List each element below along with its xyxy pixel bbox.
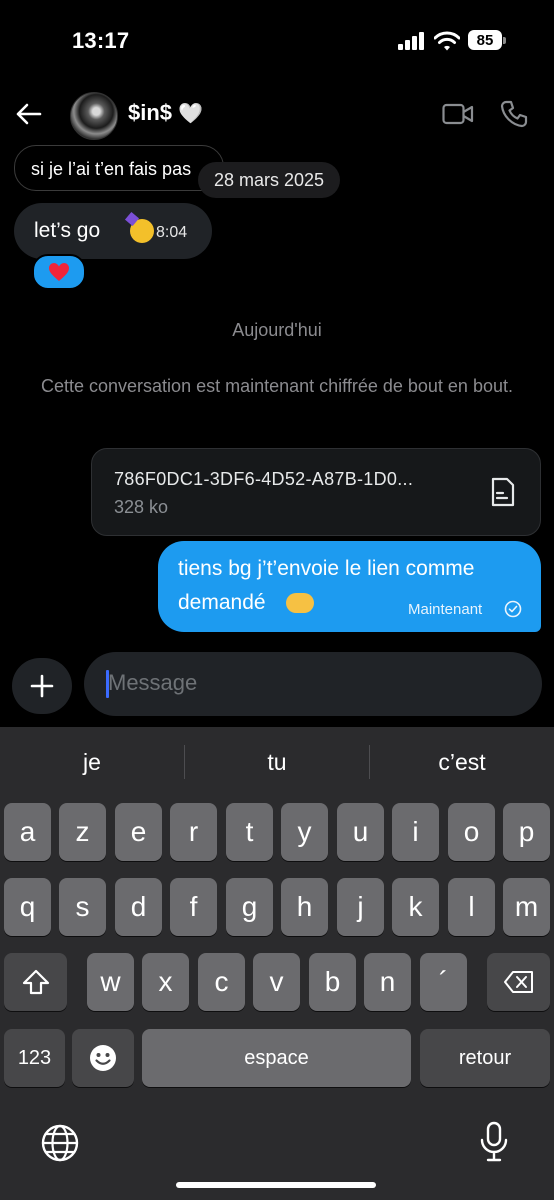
suggestion-2[interactable]: tu [185,749,369,776]
key-u[interactable]: u [337,803,384,861]
back-arrow-icon[interactable] [14,100,42,128]
phone-call-icon[interactable] [500,100,528,128]
key-j[interactable]: j [337,878,384,936]
key-d[interactable]: d [115,878,162,936]
suggestion-1[interactable]: je [0,749,184,776]
globe-icon[interactable] [40,1123,80,1163]
key-a[interactable]: a [4,803,51,861]
status-time: 13:17 [72,28,130,53]
add-attachment-button[interactable] [12,658,72,714]
contact-avatar[interactable] [70,92,118,140]
file-name: 786F0DC1-3DF6-4D52-A87B-1D0... [114,469,414,489]
key-r[interactable]: r [170,803,217,861]
key-e[interactable]: e [115,803,162,861]
white-heart-emoji: 🤍 [178,103,204,125]
date-pill: 28 mars 2025 [198,162,341,198]
contact-name[interactable]: $in$ 🤍 [128,100,203,126]
key-v[interactable]: v [253,953,300,1011]
key-w[interactable]: w [87,953,134,1011]
key-y[interactable]: y [281,803,328,861]
key-p[interactable]: p [503,803,550,861]
key-t[interactable]: t [226,803,273,861]
handshake-emoji [286,593,314,613]
day-separator: Aujourd'hui [232,320,322,340]
key-b[interactable]: b [309,953,356,1011]
outgoing-message[interactable]: tiens bg j’t’envoie le lien comme demand… [158,541,541,632]
encryption-notice: Cette conversation est maintenant chiffr… [41,376,513,396]
home-indicator [176,1182,376,1188]
key-g[interactable]: g [226,878,273,936]
cellular-signal-icon [398,32,426,50]
message-input-placeholder: Message [108,670,198,695]
shift-key[interactable] [4,953,67,1011]
key-s[interactable]: s [59,878,106,936]
space-key[interactable]: espace [142,1029,411,1087]
battery-tip [503,37,506,44]
wifi-icon [434,31,460,51]
emoji-smiley-icon [90,1045,116,1071]
backspace-icon [503,971,533,993]
key-acute-accent[interactable]: ´ [420,953,467,1011]
key-k[interactable]: k [392,878,439,936]
battery-icon: 85 [468,30,502,50]
plus-icon [30,674,54,698]
key-x[interactable]: x [142,953,189,1011]
heart-reaction[interactable] [32,254,86,290]
file-attachment[interactable]: 786F0DC1-3DF6-4D52-A87B-1D0... 328 ko [91,448,541,536]
key-m[interactable]: m [503,878,550,936]
key-i[interactable]: i [392,803,439,861]
numbers-key[interactable]: 123 [4,1029,65,1087]
message-status: Maintenant [408,601,483,618]
partying-face-emoji [130,219,154,243]
document-icon [491,477,515,507]
suggestion-3[interactable]: c’est [370,749,554,776]
key-z[interactable]: z [59,803,106,861]
return-key[interactable]: retour [420,1029,550,1087]
microphone-icon[interactable] [478,1121,510,1163]
sent-check-icon [504,600,522,618]
incoming-message[interactable]: let’s go 8:04 [14,203,212,259]
key-q[interactable]: q [4,878,51,936]
outgoing-message-text-line2: demandé [178,591,266,614]
shift-arrow-icon [22,969,49,995]
emoji-key[interactable] [72,1029,134,1087]
incoming-message-time: 8:04 [156,224,188,241]
incoming-message-text: let’s go [34,219,101,242]
delete-key[interactable] [487,953,550,1011]
keyboard: je tu c’est a z e r t y u i o p q s d f … [0,727,554,1200]
key-o[interactable]: o [448,803,495,861]
incoming-message-partial[interactable]: si je l’ai t’en fais pas [14,145,224,191]
key-f[interactable]: f [170,878,217,936]
video-call-icon[interactable] [442,102,474,126]
key-c[interactable]: c [198,953,245,1011]
red-heart-icon [49,263,69,281]
message-input[interactable]: Message [84,652,542,716]
key-n[interactable]: n [364,953,411,1011]
key-h[interactable]: h [281,878,328,936]
key-l[interactable]: l [448,878,495,936]
outgoing-message-text-line1: tiens bg j’t’envoie le lien comme [178,557,475,580]
contact-name-text: $in$ [128,100,173,125]
file-size: 328 ko [114,497,169,517]
